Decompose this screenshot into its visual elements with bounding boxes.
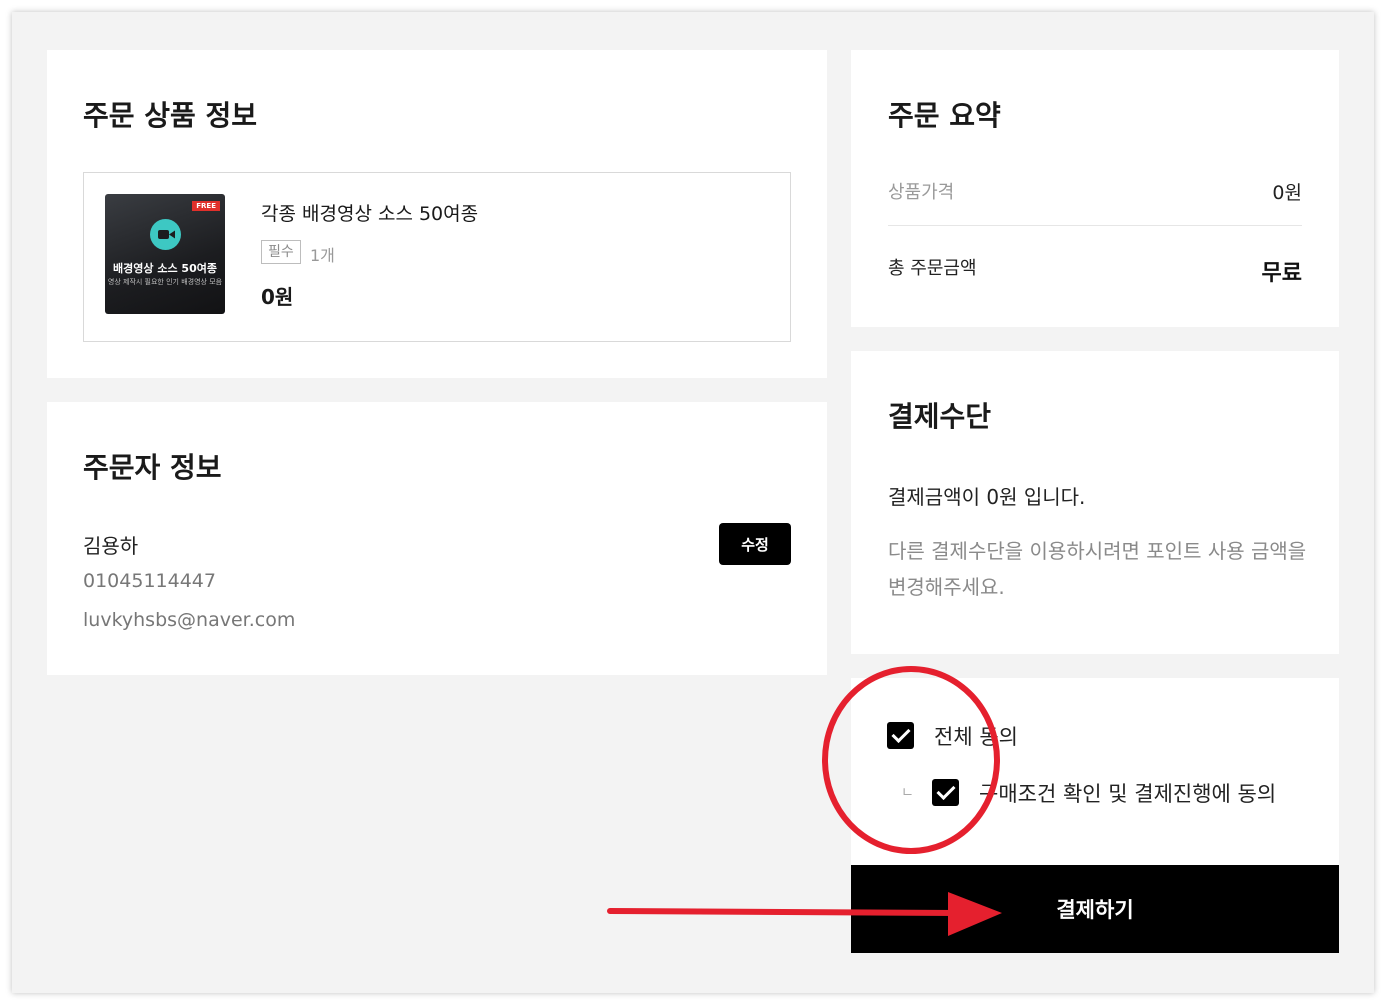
total-amount-value: 무료 xyxy=(1261,261,1302,286)
agree-purchase-label[interactable]: 구매조건 확인 및 결제진행에 동의 xyxy=(979,778,1276,808)
payment-title: 결제수단 xyxy=(888,400,992,433)
pay-button[interactable]: 결제하기 xyxy=(851,865,1339,953)
thumbnail-title: 배경영상 소스 50여종 xyxy=(113,262,217,275)
sub-item-marker: ㄴ xyxy=(901,785,914,801)
total-amount-label: 총 주문금액 xyxy=(888,258,977,279)
orderer-phone: 01045114447 xyxy=(83,570,216,592)
product-thumbnail[interactable]: FREE 배경영상 소스 50여종 영상 제작시 필요한 인기 배경영상 모음 xyxy=(105,194,225,314)
order-product-title: 주문 상품 정보 xyxy=(83,99,258,132)
payment-amount-text: 결제금액이 0원 입니다. xyxy=(888,485,1086,509)
agree-all-label[interactable]: 전체 동의 xyxy=(934,721,1018,751)
product-item: FREE 배경영상 소스 50여종 영상 제작시 필요한 인기 배경영상 모음 … xyxy=(83,172,791,342)
payment-note: 다른 결제수단을 이용하시려면 포인트 사용 금액을 변경해주세요. xyxy=(888,539,1307,599)
thumbnail-subtitle: 영상 제작시 필요한 인기 배경영상 모음 xyxy=(107,278,223,286)
product-price-value: 0원 xyxy=(1272,182,1302,204)
product-quantity: 1개 xyxy=(310,246,335,265)
orderer-title: 주문자 정보 xyxy=(83,451,222,484)
agreement-card: 전체 동의 ㄴ 구매조건 확인 및 결제진행에 동의 xyxy=(851,678,1339,865)
orderer-name: 김용하 xyxy=(83,534,139,558)
order-summary-card: 주문 요약 상품가격 0원 총 주문금액 무료 xyxy=(851,50,1339,327)
order-product-card: 주문 상품 정보 FREE 배경영상 소스 50여종 영상 제작시 필요한 인기… xyxy=(47,50,827,378)
product-price: 0원 xyxy=(261,285,294,309)
product-name[interactable]: 각종 배경영상 소스 50여종 xyxy=(261,199,478,226)
edit-orderer-button[interactable]: 수정 xyxy=(719,523,791,565)
summary-divider xyxy=(888,225,1302,226)
video-camera-icon xyxy=(150,219,181,250)
agree-all-checkbox[interactable] xyxy=(887,722,914,749)
required-tag: 필수 xyxy=(261,240,301,264)
summary-title: 주문 요약 xyxy=(888,99,1001,132)
free-badge: FREE xyxy=(192,201,220,211)
product-price-label: 상품가격 xyxy=(888,182,955,203)
orderer-card: 주문자 정보 김용하 01045114447 luvkyhsbs@naver.c… xyxy=(47,402,827,675)
agree-purchase-checkbox[interactable] xyxy=(932,779,959,806)
payment-method-card: 결제수단 결제금액이 0원 입니다. 다른 결제수단을 이용하시려면 포인트 사… xyxy=(851,351,1339,654)
orderer-email: luvkyhsbs@naver.com xyxy=(83,609,296,631)
